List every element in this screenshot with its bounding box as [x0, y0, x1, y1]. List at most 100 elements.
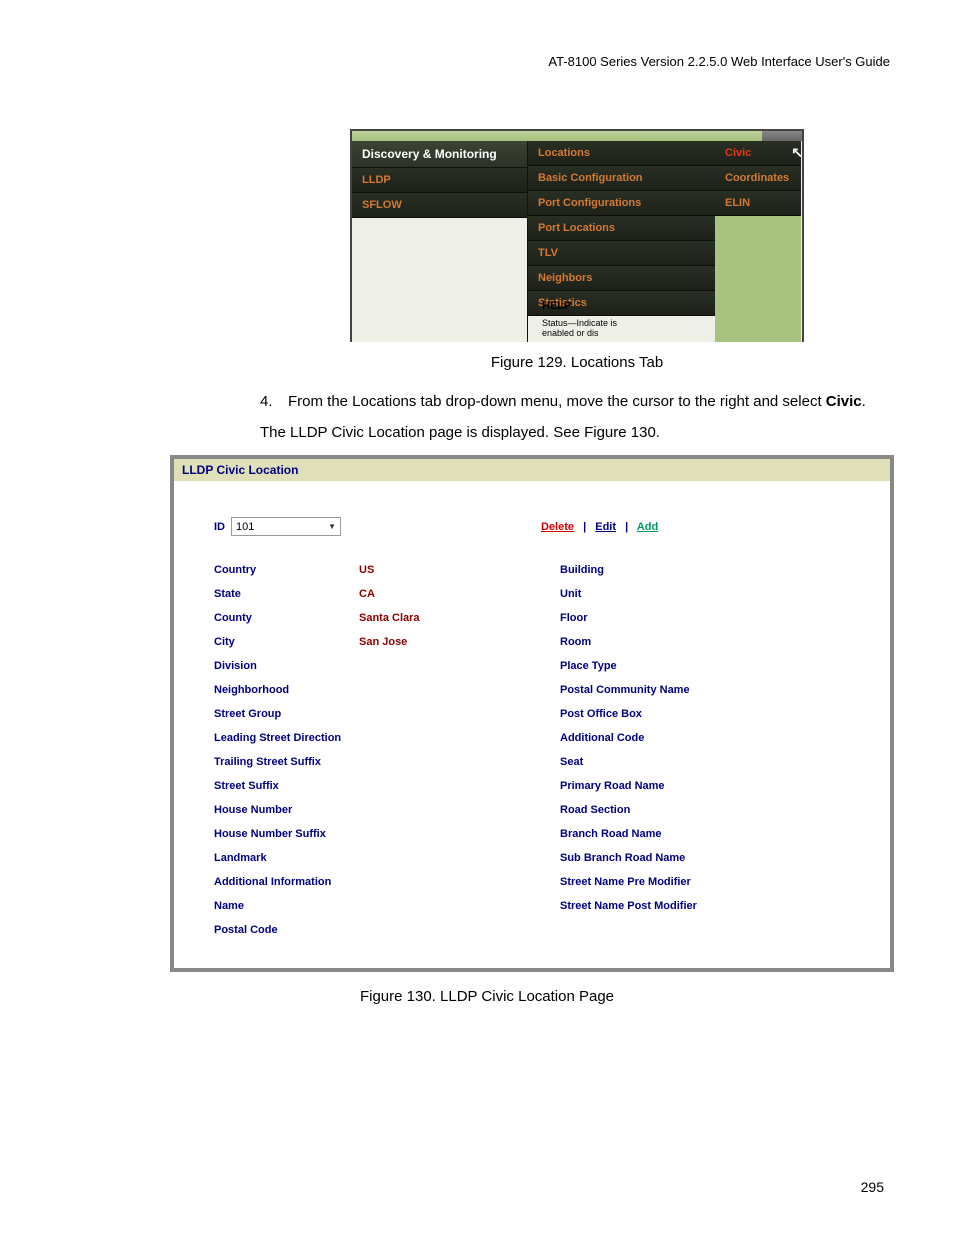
field-label: Country — [214, 564, 359, 576]
field-label: Postal Community Name — [560, 684, 705, 696]
field-value: San Jose — [359, 636, 407, 648]
field-label: City — [214, 636, 359, 648]
field-row: Leading Street Direction — [214, 732, 520, 744]
separator: | — [583, 521, 586, 533]
help-panel: HELP Status—Indicate is enabled or dis — [542, 300, 622, 338]
menu-basic-config[interactable]: Basic Configuration — [528, 166, 715, 191]
step-text-c: . — [862, 393, 866, 410]
field-row: CountySanta Clara — [214, 612, 520, 624]
field-value: US — [359, 564, 374, 576]
field-label: Street Suffix — [214, 780, 359, 792]
field-label: Trailing Street Suffix — [214, 756, 359, 768]
field-label: Sub Branch Road Name — [560, 852, 705, 864]
field-row: Road Section — [560, 804, 866, 816]
field-row: Street Name Post Modifier — [560, 900, 866, 912]
field-row: Place Type — [560, 660, 866, 672]
step-text-bold: Civic — [826, 393, 862, 410]
field-row: Trailing Street Suffix — [214, 756, 520, 768]
help-text: Status—Indicate is enabled or dis — [542, 318, 622, 338]
field-row: Additional Code — [560, 732, 866, 744]
field-row: Landmark — [214, 852, 520, 864]
submenu-civic-label: Civic — [725, 147, 751, 159]
figure-129-screenshot: Discovery & Monitoring LLDP SFLOW HELP S… — [350, 129, 804, 342]
delete-link[interactable]: Delete — [541, 521, 574, 533]
field-label: Place Type — [560, 660, 705, 672]
field-label: Street Group — [214, 708, 359, 720]
id-select-value: 101 — [236, 521, 254, 533]
field-label: House Number Suffix — [214, 828, 359, 840]
field-row: Street Group — [214, 708, 520, 720]
field-row: Branch Road Name — [560, 828, 866, 840]
menu-tlv[interactable]: TLV — [528, 241, 715, 266]
field-label: Primary Road Name — [560, 780, 705, 792]
nav-section-header: Discovery & Monitoring — [352, 141, 527, 168]
field-label: Floor — [560, 612, 705, 624]
field-row: Additional Information — [214, 876, 520, 888]
step-text-a: From the Locations tab drop-down menu, m… — [288, 393, 826, 410]
field-label: Road Section — [560, 804, 705, 816]
field-row: Postal Community Name — [560, 684, 866, 696]
field-row: Postal Code — [214, 924, 520, 936]
page-number: 295 — [861, 1179, 884, 1195]
cursor-pointer-icon: ↖ — [791, 144, 803, 161]
submenu-elin[interactable]: ELIN — [715, 191, 801, 216]
figure-130-screenshot: LLDP Civic Location ID 101 ▼ Delete | Ed… — [170, 455, 894, 972]
field-row: Sub Branch Road Name — [560, 852, 866, 864]
panel-title: LLDP Civic Location — [174, 459, 890, 481]
field-label: House Number — [214, 804, 359, 816]
field-label: Post Office Box — [560, 708, 705, 720]
field-label: Leading Street Direction — [214, 732, 359, 744]
field-row: Primary Road Name — [560, 780, 866, 792]
figure-130-caption: Figure 130. LLDP Civic Location Page — [80, 988, 894, 1005]
field-value: CA — [359, 588, 375, 600]
field-row: House Number — [214, 804, 520, 816]
submenu-coordinates[interactable]: Coordinates — [715, 166, 801, 191]
id-label: ID — [214, 521, 225, 533]
step-4: 4. From the Locations tab drop-down menu… — [260, 391, 894, 412]
field-label: Neighborhood — [214, 684, 359, 696]
field-row: Street Name Pre Modifier — [560, 876, 866, 888]
step-number: 4. — [260, 391, 288, 412]
field-label: County — [214, 612, 359, 624]
nav-item-lldp[interactable]: LLDP — [352, 168, 527, 193]
field-row: Post Office Box — [560, 708, 866, 720]
menu-port-locations[interactable]: Port Locations — [528, 216, 715, 241]
field-row: Neighborhood — [214, 684, 520, 696]
field-label: Additional Code — [560, 732, 705, 744]
field-label: Seat — [560, 756, 705, 768]
field-label: Building — [560, 564, 705, 576]
add-link[interactable]: Add — [637, 521, 658, 533]
help-heading: HELP — [542, 300, 622, 312]
field-row: Seat — [560, 756, 866, 768]
field-row: Room — [560, 636, 866, 648]
dropdown-arrow-icon: ▼ — [328, 522, 336, 531]
field-label: Landmark — [214, 852, 359, 864]
field-label: Division — [214, 660, 359, 672]
field-label: State — [214, 588, 359, 600]
field-label: Branch Road Name — [560, 828, 705, 840]
field-label: Street Name Pre Modifier — [560, 876, 705, 888]
field-label: Street Name Post Modifier — [560, 900, 705, 912]
menu-locations[interactable]: Locations — [528, 141, 715, 166]
field-label: Additional Information — [214, 876, 359, 888]
field-label: Unit — [560, 588, 705, 600]
field-row: CitySan Jose — [214, 636, 520, 648]
menu-port-config[interactable]: Port Configurations — [528, 191, 715, 216]
figure-129-caption: Figure 129. Locations Tab — [260, 354, 894, 371]
field-row: Unit — [560, 588, 866, 600]
edit-link[interactable]: Edit — [595, 521, 616, 533]
paragraph: The LLDP Civic Location page is displaye… — [260, 424, 894, 441]
id-select[interactable]: 101 ▼ — [231, 517, 341, 536]
field-label: Name — [214, 900, 359, 912]
field-label: Room — [560, 636, 705, 648]
field-row: Division — [214, 660, 520, 672]
document-header: AT-8100 Series Version 2.2.5.0 Web Inter… — [80, 54, 894, 69]
separator: | — [625, 521, 628, 533]
submenu-civic[interactable]: Civic ↖ — [715, 141, 801, 166]
nav-item-sflow[interactable]: SFLOW — [352, 193, 527, 218]
field-row: House Number Suffix — [214, 828, 520, 840]
field-row: StateCA — [214, 588, 520, 600]
menu-neighbors[interactable]: Neighbors — [528, 266, 715, 291]
field-row: Street Suffix — [214, 780, 520, 792]
field-row: Floor — [560, 612, 866, 624]
